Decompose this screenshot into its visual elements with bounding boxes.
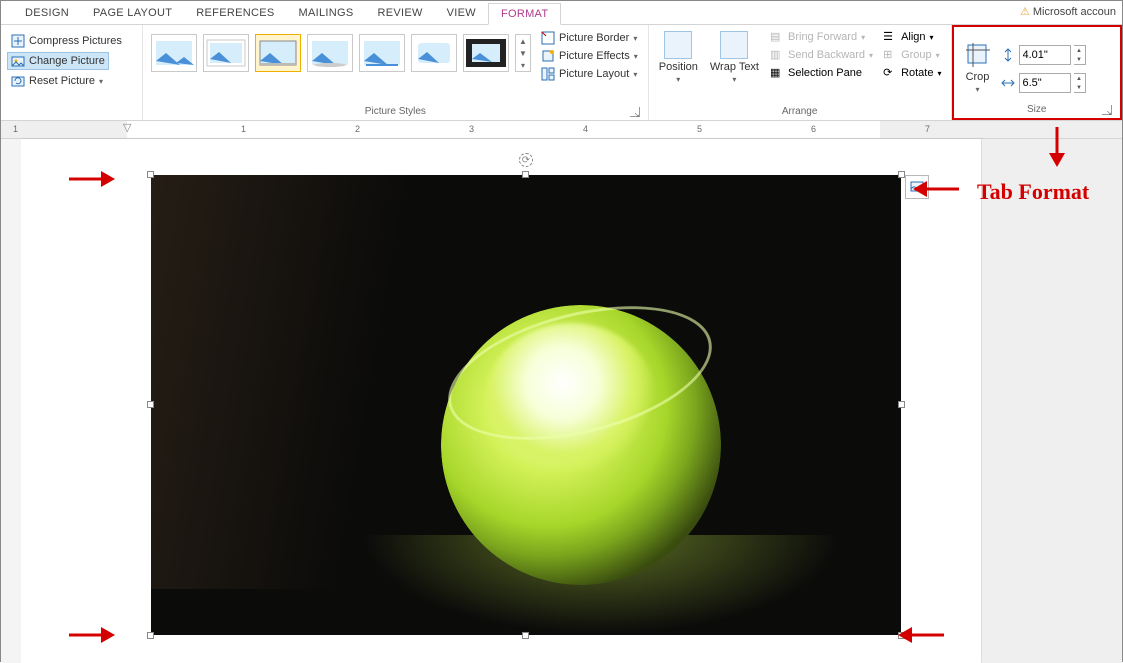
- picture-layout-button[interactable]: Picture Layout: [539, 66, 640, 82]
- picture-border-button[interactable]: Picture Border: [539, 30, 640, 46]
- width-spinner[interactable]: ▲▼: [1000, 73, 1086, 93]
- picture-style-6[interactable]: [411, 34, 457, 72]
- position-label: Position: [659, 61, 698, 73]
- group-objects-button[interactable]: ⊞Group ▾: [880, 46, 944, 64]
- picture-styles-more[interactable]: ▲▼▾: [515, 34, 531, 72]
- tab-view[interactable]: VIEW: [435, 3, 488, 23]
- group-picture-styles-label: Picture Styles: [149, 104, 642, 120]
- reset-picture-icon: [11, 74, 25, 88]
- size-launcher[interactable]: [1102, 105, 1112, 115]
- width-icon: [1000, 75, 1016, 91]
- group-icon: ⊞: [883, 48, 897, 62]
- align-button[interactable]: ☰Align ▾: [880, 28, 944, 46]
- resize-handle-bl[interactable]: [147, 632, 154, 639]
- width-input[interactable]: [1019, 73, 1071, 93]
- document-area[interactable]: ⟳: [1, 139, 1122, 663]
- annotation-arrow-1: [67, 167, 117, 191]
- bring-forward-button[interactable]: ▤Bring Forward ▾: [767, 28, 876, 46]
- ribbon: Compress Pictures Change Picture Reset P…: [1, 25, 1122, 121]
- tab-mailings[interactable]: MAILINGS: [286, 3, 365, 23]
- resize-handle-tm[interactable]: [522, 171, 529, 178]
- page-edge-gray: [982, 139, 1122, 663]
- compress-pictures-button[interactable]: Compress Pictures: [7, 32, 126, 50]
- change-picture-icon: [11, 54, 25, 68]
- picture-style-1[interactable]: [151, 34, 197, 72]
- reset-picture-label: Reset Picture: [29, 75, 95, 87]
- picture-border-icon: [541, 31, 555, 45]
- send-backward-button[interactable]: ▥Send Backward ▾: [767, 46, 876, 64]
- group-adjust-label: [7, 115, 136, 120]
- group-arrange: Position ▾ Wrap Text ▾ ▤Bring Forward ▾ …: [649, 25, 952, 120]
- ribbon-tabs: DESIGN PAGE LAYOUT REFERENCES MAILINGS R…: [1, 1, 1122, 25]
- height-stepper[interactable]: ▲▼: [1074, 45, 1086, 65]
- picture-content: [151, 175, 901, 635]
- rotate-handle[interactable]: ⟳: [519, 153, 533, 167]
- picture-style-4[interactable]: [307, 34, 353, 72]
- annotation-text: Tab Format: [977, 179, 1089, 205]
- height-input[interactable]: [1019, 45, 1071, 65]
- selection-pane-icon: ▦: [770, 66, 784, 80]
- align-icon: ☰: [883, 30, 897, 44]
- wrap-text-button[interactable]: Wrap Text ▾: [706, 28, 763, 84]
- picture-style-7[interactable]: [463, 34, 509, 72]
- annotation-arrow-4: [896, 623, 946, 647]
- annotation-arrow-3: [67, 623, 117, 647]
- crop-label: Crop: [966, 71, 990, 83]
- picture-styles-launcher[interactable]: [630, 107, 640, 117]
- tab-page-layout[interactable]: PAGE LAYOUT: [81, 3, 184, 23]
- compress-pictures-label: Compress Pictures: [29, 35, 122, 47]
- bring-forward-icon: ▤: [770, 30, 784, 44]
- change-picture-label: Change Picture: [29, 55, 105, 67]
- compress-pictures-icon: [11, 34, 25, 48]
- group-adjust: Compress Pictures Change Picture Reset P…: [1, 25, 143, 120]
- picture-effects-label: Picture Effects: [559, 50, 630, 62]
- tab-references[interactable]: REFERENCES: [184, 3, 286, 23]
- selected-picture[interactable]: ⟳: [151, 175, 901, 635]
- ruler-horizontal[interactable]: ▽ 1 1 2 3 4 5 6 7: [1, 121, 1122, 139]
- annotation-arrow-2: [911, 177, 961, 201]
- account-text: Microsoft accoun: [1033, 6, 1116, 18]
- crop-icon: [964, 41, 992, 69]
- warning-icon: ⚠: [1020, 5, 1030, 18]
- picture-styles-gallery: ▲▼▾: [149, 28, 533, 78]
- page[interactable]: ⟳: [21, 139, 981, 663]
- tab-design[interactable]: DESIGN: [13, 3, 81, 23]
- group-picture-styles: ▲▼▾ Picture Border Picture Effects Pictu…: [143, 25, 649, 120]
- picture-effects-icon: [541, 49, 555, 63]
- resize-handle-bm[interactable]: [522, 632, 529, 639]
- resize-handle-tl[interactable]: [147, 171, 154, 178]
- picture-style-2[interactable]: [203, 34, 249, 72]
- picture-layout-icon: [541, 67, 555, 81]
- tab-review[interactable]: REVIEW: [365, 3, 434, 23]
- indent-marker[interactable]: ▽: [123, 121, 131, 134]
- picture-effects-button[interactable]: Picture Effects: [539, 48, 640, 64]
- resize-handle-tr[interactable]: [898, 171, 905, 178]
- height-spinner[interactable]: ▲▼: [1000, 45, 1086, 65]
- picture-style-5[interactable]: [359, 34, 405, 72]
- crop-button[interactable]: Crop ▾: [960, 38, 996, 94]
- resize-handle-mr[interactable]: [898, 401, 905, 408]
- picture-border-label: Picture Border: [559, 32, 629, 44]
- reset-picture-button[interactable]: Reset Picture ▾: [7, 72, 107, 90]
- change-picture-button[interactable]: Change Picture: [7, 52, 109, 70]
- position-button[interactable]: Position ▾: [655, 28, 702, 84]
- group-size-label: Size: [960, 102, 1115, 118]
- wrap-text-icon: [720, 31, 748, 59]
- rotate-button[interactable]: ⟳Rotate ▾: [880, 64, 944, 82]
- annotation-arrow-down: [1045, 125, 1069, 169]
- selection-pane-button[interactable]: ▦Selection Pane: [767, 64, 876, 82]
- send-backward-icon: ▥: [770, 48, 784, 62]
- width-stepper[interactable]: ▲▼: [1074, 73, 1086, 93]
- wrap-text-label: Wrap Text: [710, 61, 759, 73]
- position-icon: [664, 31, 692, 59]
- group-arrange-label: Arrange: [655, 104, 945, 120]
- rotate-icon: ⟳: [883, 66, 897, 80]
- height-icon: [1000, 47, 1016, 63]
- picture-style-3[interactable]: [255, 34, 301, 72]
- resize-handle-ml[interactable]: [147, 401, 154, 408]
- tab-format[interactable]: FORMAT: [488, 3, 561, 25]
- group-size: Crop ▾ ▲▼ ▲▼ Size: [952, 25, 1123, 120]
- account-status[interactable]: ⚠ Microsoft accoun: [1020, 5, 1116, 18]
- picture-layout-label: Picture Layout: [559, 68, 629, 80]
